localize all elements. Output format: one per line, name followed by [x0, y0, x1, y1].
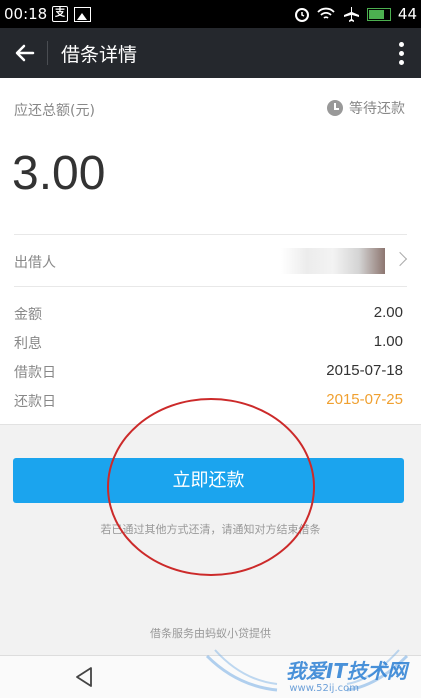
status-text: 等待还款	[349, 101, 405, 117]
detail-row-borrow-date: 借款日 2015-07-18	[0, 358, 421, 387]
airplane-mode-icon	[343, 7, 359, 22]
repay-now-button[interactable]: 立即还款	[13, 458, 404, 503]
app-toolbar: 借条详情	[0, 28, 421, 78]
service-provider-note: 借条服务由蚂蚁小贷提供	[150, 627, 271, 640]
battery-icon	[366, 7, 391, 21]
total-due-amount: 3.00	[12, 147, 106, 200]
status-time: 00:18	[4, 5, 48, 23]
more-options-icon[interactable]	[391, 38, 411, 68]
detail-row-interest: 利息 1.00	[0, 329, 421, 358]
status-bar: 00:18 支 44	[0, 0, 421, 28]
detail-row-due-date: 还款日 2015-07-25	[0, 387, 421, 416]
toolbar-divider	[47, 41, 48, 65]
watermark-text: 我爱IT技术网	[285, 659, 407, 683]
alipay-notification-icon: 支	[52, 6, 68, 22]
image-notification-icon	[74, 6, 91, 22]
loan-details: 金额 2.00 利息 1.00 借款日 2015-07-18 还款日 2015-…	[0, 300, 421, 416]
lender-label: 出借人	[14, 255, 56, 271]
site-watermark: 我爱IT技术网 www.52ij.com	[197, 646, 417, 696]
due-date-value: 2015-07-25	[326, 391, 403, 408]
detail-row-amount: 金额 2.00	[0, 300, 421, 329]
iou-summary-card: 应还总额(元) 等待还款 3.00 出借人 金额 2.00 利息 1.00 借款…	[0, 78, 421, 425]
detail-value: 2015-07-18	[326, 362, 403, 379]
detail-value: 1.00	[373, 333, 403, 350]
detail-key: 还款日	[14, 394, 56, 410]
repayment-status: 等待还款	[327, 98, 405, 118]
detail-value: 2.00	[373, 304, 403, 321]
alarm-icon	[294, 8, 309, 22]
chevron-right-icon	[392, 251, 408, 267]
divider	[14, 234, 407, 235]
page-title: 借条详情	[61, 44, 138, 66]
settle-hint-text: 若已通过其他方式还清，请通知对方结束借条	[100, 523, 321, 536]
detail-key: 利息	[14, 336, 42, 352]
nav-back-icon[interactable]	[72, 665, 96, 689]
total-due-label: 应还总额(元)	[14, 103, 95, 119]
back-arrow-icon[interactable]	[8, 36, 42, 70]
clock-icon	[327, 100, 343, 116]
watermark-url: www.52ij.com	[289, 683, 359, 694]
lender-name-blurred	[281, 248, 385, 274]
divider	[14, 286, 407, 287]
battery-level: 44	[397, 5, 417, 23]
wifi-icon	[317, 7, 335, 19]
detail-key: 借款日	[14, 365, 56, 381]
detail-key: 金额	[14, 307, 42, 323]
lender-row[interactable]: 出借人	[0, 236, 421, 286]
